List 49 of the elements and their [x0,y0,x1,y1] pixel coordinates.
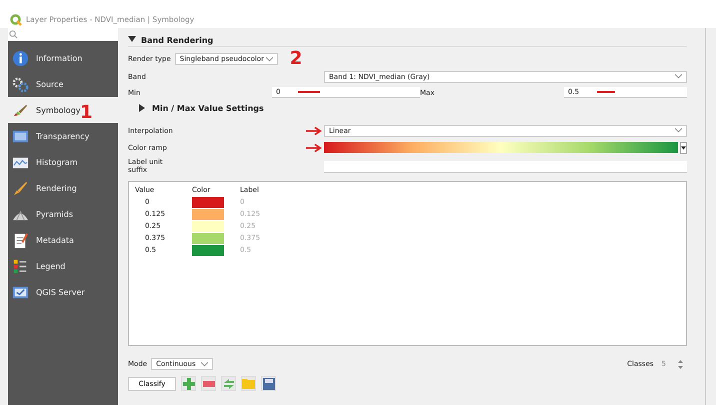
folder-icon [242,378,255,389]
logo-icon [10,14,22,26]
annotation-underline [597,91,616,93]
remove-button[interactable] [201,376,216,391]
plus-icon [182,378,194,390]
annotation-arrow [306,142,322,152]
sidebar-item[interactable]: QGIS Server [8,279,118,305]
add-button[interactable] [181,376,196,391]
sidebar-item[interactable]: Metadata [8,227,118,253]
caret-icon [681,146,686,150]
color-swatch[interactable] [192,232,224,244]
sidebar-item[interactable]: Information [8,45,118,71]
sidebar-item[interactable]: Rendering [8,175,118,201]
sidebar-item[interactable]: Transparency [8,123,118,149]
chevron-icon [675,128,682,133]
gears-icon [12,76,29,92]
search-icon [9,30,18,39]
dropdown-button[interactable] [680,142,687,154]
annotation-arrow [306,126,322,136]
invert-button[interactable] [221,376,236,391]
suffix-field[interactable] [324,161,687,173]
color-swatch[interactable] [192,220,224,232]
color-swatch[interactable] [192,196,224,208]
color-swatch[interactable] [192,208,224,220]
chevron-icon [266,56,273,62]
sidebar-item[interactable]: Histogram [8,149,118,175]
info-icon [12,50,29,66]
spin-arrows-icon [678,360,683,368]
annotation-number: 2 [290,50,302,68]
sidebar-item[interactable]: Legend [8,253,118,279]
annotation-underline [298,91,320,93]
expand-icon [138,104,146,112]
legend-icon [12,258,29,274]
section-header[interactable]: Min / Max Value Settings [128,100,687,116]
section-header[interactable]: Band Rendering [128,34,687,47]
document-icon [12,232,29,248]
paintbrush-icon [12,180,29,196]
swap-arrows-icon [222,378,234,390]
folder-button[interactable] [241,376,256,391]
chevron-icon [201,362,208,366]
save-button[interactable] [261,376,276,391]
minus-icon [202,380,214,386]
annotation-number: 1 [80,104,93,122]
sidebar-item[interactable]: Pyramids [8,201,118,227]
chevron-icon [675,74,682,79]
color-ramp-button[interactable] [324,142,678,153]
color-swatch[interactable] [192,244,224,256]
collapse-icon [128,35,136,43]
sidebar-item[interactable]: Source [8,71,118,97]
